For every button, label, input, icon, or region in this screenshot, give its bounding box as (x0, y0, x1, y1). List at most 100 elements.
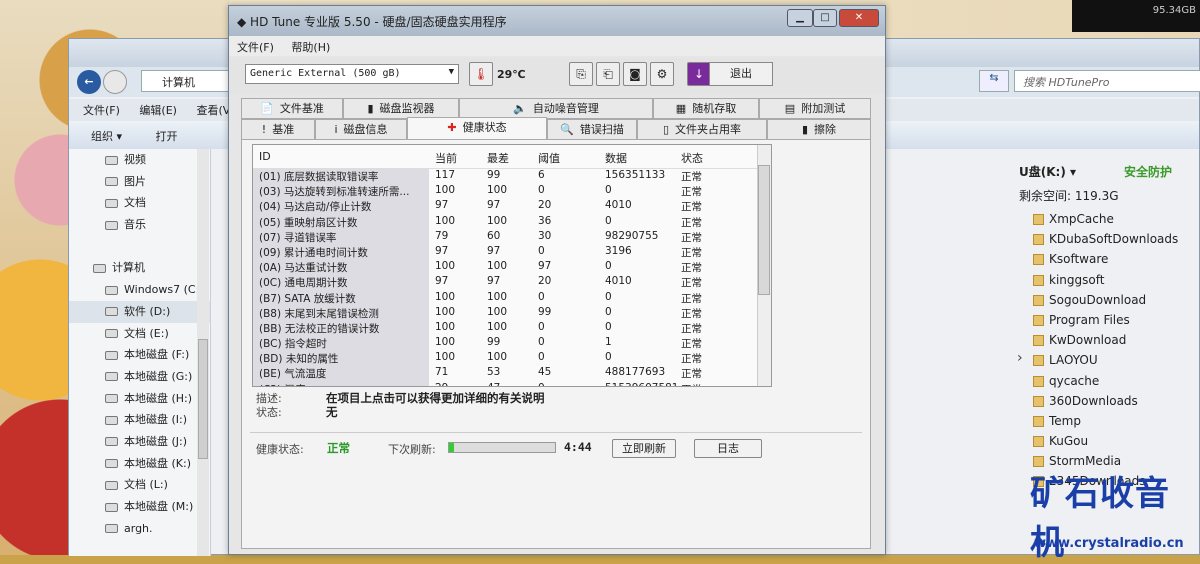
organize-button[interactable]: 组织 ▾ (91, 130, 122, 143)
nav-item[interactable]: 文档 (L:) (69, 474, 210, 496)
nav-item[interactable]: 本地磁盘 (I:) (69, 409, 210, 431)
table-scrollbar[interactable] (757, 145, 771, 386)
table-row[interactable]: (09) 累计通电时间计数 97 97 0 3196 正常 (253, 244, 771, 261)
nav-item[interactable]: 视频 (69, 149, 210, 171)
cell-数据: 4010 (605, 275, 632, 288)
table-row[interactable]: (BD) 未知的属性 100 100 0 0 正常 (253, 351, 771, 367)
column-header-2[interactable]: 最差 (487, 150, 509, 166)
tab-2[interactable]: ✚ 健康状态 (407, 117, 547, 140)
column-header-3[interactable]: 阈值 (538, 150, 560, 166)
options-icon[interactable]: ⚙ (650, 62, 674, 86)
security-guard-button[interactable]: 安全防护 (1124, 163, 1172, 180)
nav-item[interactable]: 本地磁盘 (H:) (69, 388, 210, 410)
tab-4[interactable]: ▤ 附加测试 (759, 98, 871, 119)
nav-item[interactable]: 图片 (69, 171, 210, 193)
folder-item[interactable]: SogouDownload (1019, 290, 1200, 310)
nav-item[interactable]: 文档 (69, 192, 210, 214)
column-header-4[interactable]: 数据 (605, 150, 627, 166)
refresh-now-button[interactable]: 立即刷新 (612, 439, 676, 458)
nav-item[interactable]: 本地磁盘 (G:) (69, 366, 210, 388)
copy-all-icon[interactable]: ⎗ (596, 62, 620, 86)
thermometer-icon[interactable]: 🌡 (469, 62, 493, 86)
nav-scroll-thumb[interactable] (198, 339, 208, 459)
exit-button[interactable]: 退出 (709, 62, 773, 86)
nav-item[interactable]: 软件 (D:) (69, 300, 210, 323)
cell-阈值: 99 (538, 305, 552, 318)
menu-file[interactable]: 文件(F) (83, 104, 120, 117)
table-row[interactable]: (07) 寻道错误率 79 60 30 98290755 正常 (253, 229, 771, 245)
folder-item[interactable]: XmpCache (1019, 209, 1200, 229)
expand-chevron-icon[interactable]: › (1017, 350, 1023, 366)
folder-item[interactable]: KwDownload (1019, 330, 1200, 350)
address-input[interactable]: 计算机 (141, 70, 231, 92)
camera-icon[interactable]: ◙ (623, 62, 647, 86)
folder-item[interactable]: KDubaSoftDownloads (1019, 229, 1200, 249)
folder-item[interactable]: KuGou (1019, 431, 1200, 451)
search-input[interactable]: 搜索 HDTunePro (1014, 70, 1200, 92)
tab-4[interactable]: ▯ 文件夹占用率 (637, 119, 767, 140)
nav-item[interactable]: Windows7 (C:) (69, 279, 210, 301)
menu-file[interactable]: 文件(F) (237, 41, 274, 54)
table-row[interactable]: (03) 马达旋转到标准转速所需... 100 100 0 0 正常 (253, 184, 771, 200)
table-row[interactable]: (0C) 通电周期计数 97 97 20 4010 正常 (253, 275, 771, 291)
column-header-5[interactable]: 状态 (681, 150, 703, 166)
refresh-icon[interactable]: ⇆ (979, 70, 1009, 92)
log-button[interactable]: 日志 (694, 439, 762, 458)
table-row[interactable]: (BE) 气流温度 71 53 45 488177693 正常 (253, 366, 771, 382)
forward-button[interactable] (103, 70, 127, 94)
copy-info-icon[interactable]: ⎘ (569, 62, 593, 86)
nav-item[interactable]: 本地磁盘 (J:) (69, 431, 210, 453)
nav-item[interactable]: 本地磁盘 (K:) (69, 453, 210, 475)
back-button[interactable]: ← (77, 70, 101, 94)
tab-3[interactable]: 🔍 错误扫描 (547, 119, 637, 140)
nav-item[interactable]: 文档 (E:) (69, 323, 210, 345)
drive-select[interactable]: Generic External (500 gB) ▼ (245, 64, 459, 84)
menu-help[interactable]: 帮助(H) (291, 41, 330, 54)
nav-item[interactable]: 本地磁盘 (F:) (69, 344, 210, 366)
table-row[interactable]: (0A) 马达重试计数 100 100 97 0 正常 (253, 260, 771, 276)
close-button[interactable]: ✕ (839, 9, 879, 27)
folder-item[interactable]: Program Files (1019, 310, 1200, 330)
folder-item[interactable]: Temp (1019, 411, 1200, 431)
table-header: ID 当前 最差 阈值 数据 状态 (253, 145, 771, 169)
tab-5[interactable]: ▮ 擦除 (767, 119, 871, 140)
table-row[interactable]: (01) 底层数据读取错误率 117 99 6 156351133 正常 (253, 169, 771, 185)
table-row[interactable]: (04) 马达启动/停止计数 97 97 20 4010 正常 (253, 199, 771, 215)
folder-item[interactable]: Ksoftware (1019, 249, 1200, 269)
tab-icon: ▮ (367, 102, 374, 115)
cell-最差: 100 (487, 290, 508, 303)
tab-1[interactable]: ▮ 磁盘监视器 (343, 98, 459, 119)
nav-item[interactable]: argh. (69, 518, 210, 540)
tab-1[interactable]: i 磁盘信息 (315, 119, 407, 140)
scroll-thumb[interactable] (758, 165, 770, 295)
column-header-1[interactable]: 当前 (435, 150, 457, 166)
open-button[interactable]: 打开 (156, 130, 178, 143)
tab-0[interactable]: 📄 文件基准 (241, 98, 343, 119)
nav-item[interactable]: 本地磁盘 (M:) (69, 496, 210, 518)
table-row[interactable]: (C2) 温度 29 47 0 51539607581正常 (253, 381, 771, 386)
cell-数据: 0 (605, 305, 612, 318)
folder-item[interactable]: kinggsoft (1019, 270, 1200, 290)
cell-数据: 98290755 (605, 229, 659, 242)
table-row[interactable]: (BC) 指令超时 100 99 0 1 正常 (253, 336, 771, 352)
nav-item[interactable]: 音乐 (69, 214, 210, 236)
minimize-button[interactable]: ▁ (787, 9, 813, 27)
maximize-button[interactable]: □ (813, 9, 837, 27)
tab-0[interactable]: ! 基准 (241, 119, 315, 140)
table-row[interactable]: (B8) 末尾到末尾错误检测 100 100 99 0 正常 (253, 305, 771, 321)
menu-edit[interactable]: 编辑(E) (139, 104, 177, 117)
folder-item[interactable]: 360Downloads (1019, 391, 1200, 411)
cell-最差: 60 (487, 229, 501, 242)
tab-3[interactable]: ▦ 随机存取 (653, 98, 759, 119)
folder-item[interactable]: qycache (1019, 371, 1200, 391)
table-row[interactable]: (05) 重映射扇区计数 100 100 36 0 正常 (253, 214, 771, 230)
cell-当前: 117 (435, 169, 456, 181)
folder-item[interactable]: LAOYOU (1019, 350, 1200, 370)
nav-item[interactable]: 计算机 (69, 257, 210, 279)
save-download-icon[interactable]: ↓ (687, 62, 711, 86)
column-header-0[interactable]: ID (259, 150, 271, 163)
table-row[interactable]: (B7) SATA 放缓计数 100 100 0 0 正常 (253, 290, 771, 306)
udisk-dropdown[interactable]: U盘(K:) ▾ 安全防护 (1019, 159, 1200, 183)
table-row[interactable]: (BB) 无法校正的错误计数 100 100 0 0 正常 (253, 320, 771, 337)
tab-2[interactable]: 🔈 自动噪音管理 (459, 98, 653, 119)
